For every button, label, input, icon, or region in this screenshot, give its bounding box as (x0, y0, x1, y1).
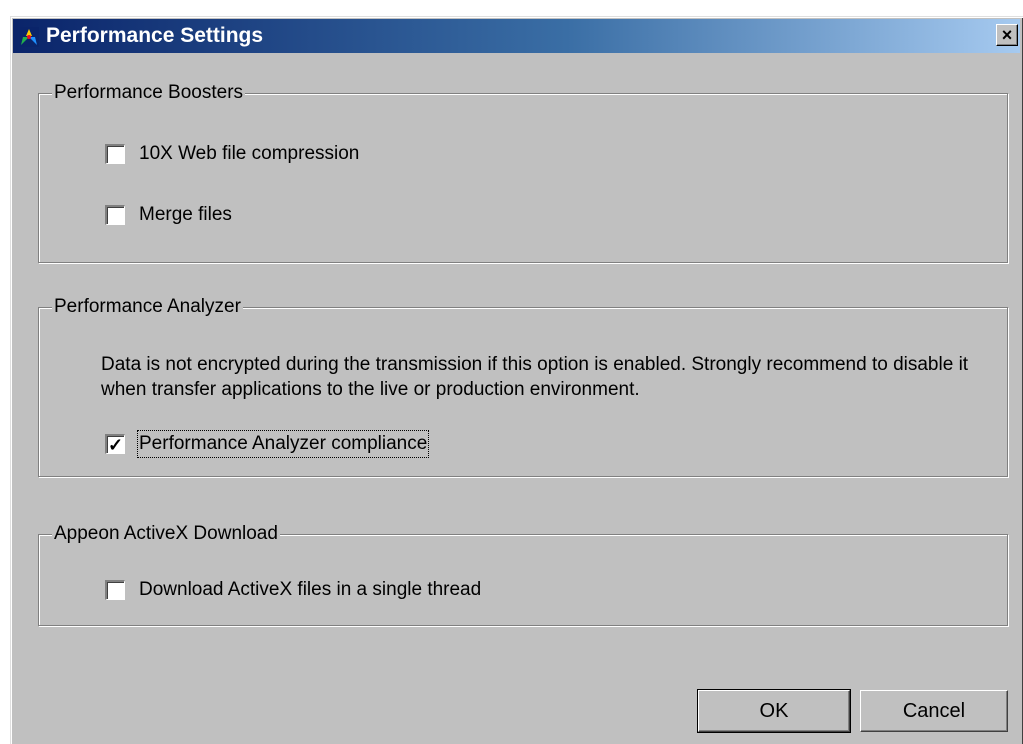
activex-download-group: Appeon ActiveX Download Download ActiveX… (38, 521, 1008, 626)
web-file-compression-option[interactable]: 10X Web file compression (105, 142, 359, 166)
web-file-compression-label: 10X Web file compression (139, 143, 360, 164)
single-thread-label: Download ActiveX files in a single threa… (139, 579, 482, 600)
single-thread-checkbox[interactable] (105, 580, 125, 600)
performance-analyzer-legend: Performance Analyzer (52, 294, 243, 320)
analyzer-compliance-checkbox[interactable]: ✓ (105, 434, 125, 454)
ok-button[interactable]: OK (697, 689, 851, 733)
encryption-warning-text: Data is not encrypted during the transmi… (101, 354, 969, 400)
analyzer-compliance-option[interactable]: ✓ Performance Analyzer compliance (105, 430, 430, 458)
performance-boosters-legend: Performance Boosters (52, 80, 246, 106)
performance-settings-dialog: Performance Settings × Performance Boost… (10, 16, 1023, 744)
checkmark-icon: ✓ (107, 434, 124, 455)
close-button[interactable]: × (996, 24, 1018, 46)
merge-files-option[interactable]: Merge files (105, 203, 232, 227)
cancel-button[interactable]: Cancel (860, 690, 1008, 732)
title-bar[interactable]: Performance Settings × (13, 19, 1020, 53)
performance-analyzer-group: Performance Analyzer Data is not encrypt… (38, 294, 1008, 477)
performance-boosters-group: Performance Boosters 10X Web file compre… (38, 80, 1008, 263)
single-thread-option[interactable]: Download ActiveX files in a single threa… (105, 578, 481, 602)
merge-files-checkbox[interactable] (105, 205, 125, 225)
web-file-compression-checkbox[interactable] (105, 144, 125, 164)
appeon-app-icon (19, 27, 39, 47)
window-title: Performance Settings (46, 24, 264, 47)
analyzer-compliance-label: Performance Analyzer compliance (136, 430, 430, 458)
activex-download-legend: Appeon ActiveX Download (52, 521, 280, 547)
merge-files-label: Merge files (139, 204, 232, 225)
close-icon: × (1001, 25, 1013, 45)
